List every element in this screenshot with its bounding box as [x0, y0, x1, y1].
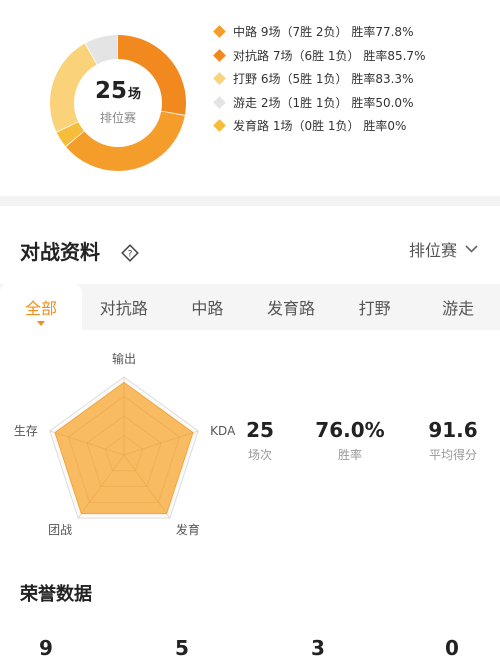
radar-axis-label: 发育 — [176, 522, 200, 537]
tab-clash-lane[interactable]: 对抗路 — [82, 284, 166, 330]
legend-diamond-icon — [213, 72, 226, 86]
stat-value: 76.0% — [315, 418, 385, 442]
section-title: 对战资料 — [20, 240, 100, 264]
radar-axis-label: 团战 — [48, 523, 72, 537]
tab-label: 中路 — [191, 299, 224, 318]
battle-header: 对战资料 ? 排位赛 — [0, 206, 500, 284]
legend-diamond-icon — [213, 119, 226, 133]
tab-roam[interactable]: 游走 — [416, 284, 500, 330]
question-diamond-icon[interactable]: ? — [121, 244, 139, 262]
legend-item-mid: 中路 9场（7胜 2负） 胜率77.8% — [213, 20, 425, 44]
tab-label: 对抗路 — [99, 299, 148, 318]
honor-value: 5 — [175, 636, 189, 660]
donut-center: 25场 排位赛 — [49, 34, 187, 172]
honor-value: 9 — [39, 636, 53, 660]
honor-item: 5 — [152, 638, 212, 658]
legend-label: 对抗路 7场（6胜 1负） 胜率85.7% — [233, 48, 426, 63]
honor-item: 9 — [16, 638, 76, 658]
mode-dropdown[interactable]: 排位赛 — [409, 237, 478, 261]
legend-diamond-icon — [213, 95, 226, 109]
stat-label: 平均得分 — [428, 448, 477, 462]
radar-axis-label: 生存 — [14, 424, 38, 438]
radar-axis-label: KDA — [210, 424, 236, 438]
mode-dropdown-label: 排位赛 — [408, 241, 457, 260]
legend-label: 打野 6场（5胜 1负） 胜率83.3% — [233, 72, 414, 87]
tab-all[interactable]: 全部 — [0, 284, 82, 330]
tab-label: 发育路 — [266, 299, 315, 318]
stat-value: 91.6 — [428, 418, 478, 442]
honor-item: 3 — [288, 638, 348, 658]
donut-mode-label: 排位赛 — [99, 111, 136, 125]
tab-label: 游走 — [442, 299, 475, 318]
legend-item-jungle: 打野 6场（5胜 1负） 胜率83.3% — [213, 67, 425, 91]
tab-label: 打野 — [358, 299, 391, 318]
honor-value: 0 — [445, 636, 459, 660]
legend-item-farm: 发育路 1场（0胜 1负） 胜率0% — [213, 114, 425, 138]
legend-label: 中路 9场（7胜 2负） 胜率77.8% — [233, 25, 414, 40]
legend-diamond-icon — [213, 25, 226, 39]
chevron-down-icon — [465, 245, 478, 253]
stat-label: 场次 — [247, 448, 272, 462]
section-divider — [0, 196, 500, 206]
legend-label: 游走 2场（1胜 1负） 胜率50.0% — [233, 95, 414, 110]
summary-panel: 25场 排位赛 中路 9场（7胜 2负） 胜率77.8% 对抗路 7场（6胜 1… — [0, 0, 500, 196]
ability-radar-chart: 输出 KDA 发育 团战 生存 — [14, 351, 236, 537]
tab-jungle[interactable]: 打野 — [333, 284, 417, 330]
tab-farm-lane[interactable]: 发育路 — [249, 284, 333, 330]
position-tabs: 全部 对抗路 中路 发育路 打野 游走 — [0, 284, 500, 330]
total-count: 25场 — [94, 78, 142, 104]
stat-winrate: 76.0% 胜率 — [310, 420, 390, 463]
legend-label: 发育路 1场（0胜 1负） 胜率0% — [233, 119, 407, 134]
donut-legend: 中路 9场（7胜 2负） 胜率77.8% 对抗路 7场（6胜 1负） 胜率85.… — [213, 20, 426, 138]
tab-label: 全部 — [24, 299, 57, 318]
legend-item-roam: 游走 2场（1胜 1负） 胜率50.0% — [213, 91, 425, 115]
honor-title: 荣誉数据 — [20, 584, 92, 605]
radar-axis-label: 输出 — [112, 351, 136, 366]
svg-text:?: ? — [128, 250, 133, 260]
honor-value: 3 — [311, 636, 325, 660]
honor-item: 0 — [422, 638, 482, 658]
legend-diamond-icon — [213, 48, 226, 62]
stat-value: 25 — [246, 418, 274, 442]
active-caret-icon — [37, 321, 45, 326]
tab-mid-lane[interactable]: 中路 — [166, 284, 250, 330]
stat-label: 胜率 — [337, 448, 362, 462]
stat-avg-score: 91.6 平均得分 — [418, 420, 488, 463]
legend-item-clash: 对抗路 7场（6胜 1负） 胜率85.7% — [213, 44, 426, 68]
stat-games: 25 场次 — [238, 420, 282, 463]
